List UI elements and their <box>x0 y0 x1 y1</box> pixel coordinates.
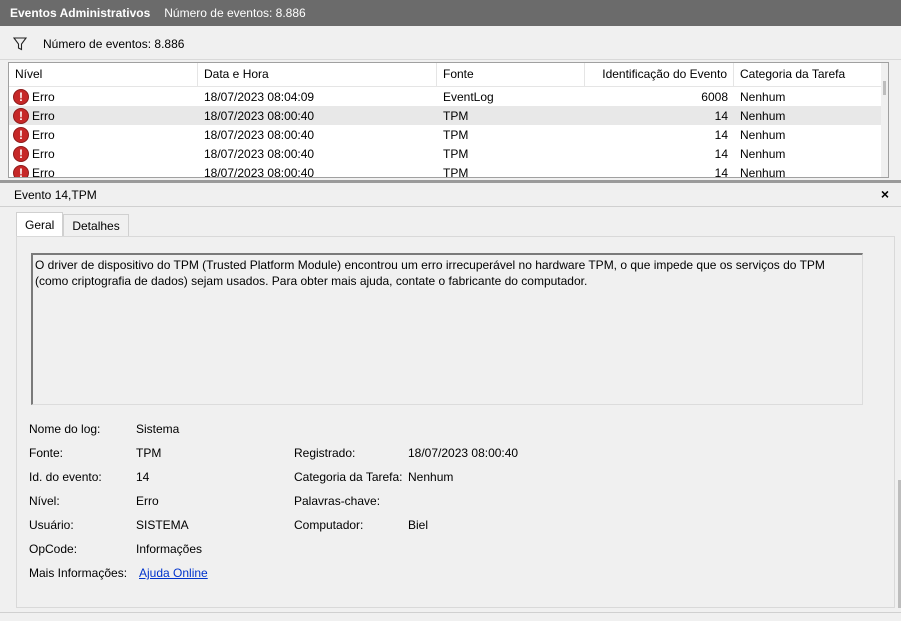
row-level: Erro <box>32 146 55 161</box>
keywords-label: Palavras-chave: <box>294 494 381 508</box>
view-title: Eventos Administrativos <box>10 6 151 20</box>
source-label: Fonte: <box>29 446 64 460</box>
user-value: SISTEMA <box>136 518 189 532</box>
row-source: EventLog <box>443 89 494 104</box>
grid-header: Nível Data e Hora Fonte Identificação do… <box>9 63 888 87</box>
table-row[interactable]: ! Erro 18/07/2023 08:00:40 TPM 14 Nenhum <box>9 144 888 163</box>
row-level: Erro <box>32 165 55 178</box>
row-level: Erro <box>32 89 55 104</box>
detail-title: Evento 14,TPM <box>14 187 97 202</box>
tab-geral[interactable]: Geral <box>16 212 64 237</box>
event-id-label: Id. do evento: <box>29 470 102 484</box>
column-header-level[interactable]: Nível <box>9 63 198 86</box>
row-event-id: 6008 <box>701 89 728 104</box>
column-header-event-id[interactable]: Identificação do Evento <box>585 63 734 86</box>
opcode-label: OpCode: <box>29 542 78 556</box>
row-source: TPM <box>443 127 469 142</box>
error-icon: ! <box>13 107 29 124</box>
close-icon[interactable]: × <box>877 186 893 202</box>
row-source: TPM <box>443 165 469 178</box>
title-event-count: Número de eventos: 8.886 <box>164 6 306 20</box>
row-event-id: 14 <box>714 165 728 178</box>
grid-scrollbar-thumb[interactable] <box>883 81 886 95</box>
task-category-value: Nenhum <box>408 470 454 484</box>
user-label: Usuário: <box>29 518 74 532</box>
events-grid[interactable]: Nível Data e Hora Fonte Identificação do… <box>8 62 889 178</box>
more-info-label: Mais Informações: <box>29 566 128 580</box>
grid-scrollbar[interactable] <box>881 63 888 177</box>
filter-bar: Número de eventos: 8.886 <box>0 28 901 60</box>
event-description[interactable]: O driver de dispositivo do TPM (Trusted … <box>31 253 863 405</box>
row-source: TPM <box>443 108 469 123</box>
table-row[interactable]: ! Erro 18/07/2023 08:00:40 TPM 14 Nenhum <box>9 125 888 144</box>
filter-event-count: Número de eventos: 8.886 <box>43 36 185 51</box>
column-header-date[interactable]: Data e Hora <box>198 63 437 86</box>
online-help-link[interactable]: Ajuda Online <box>139 566 208 580</box>
column-header-source[interactable]: Fonte <box>437 63 585 86</box>
level-value: Erro <box>136 494 159 508</box>
log-name-label: Nome do log: <box>29 422 101 436</box>
task-category-label: Categoria da Tarefa: <box>294 470 403 484</box>
row-category: Nenhum <box>740 165 786 178</box>
row-source: TPM <box>443 146 469 161</box>
registered-value: 18/07/2023 08:00:40 <box>408 446 519 460</box>
row-category: Nenhum <box>740 146 786 161</box>
row-category: Nenhum <box>740 108 786 123</box>
error-icon: ! <box>13 145 29 162</box>
detail-tabs: Geral Detalhes <box>16 212 129 237</box>
registered-label: Registrado: <box>294 446 356 460</box>
row-level: Erro <box>32 127 55 142</box>
row-date: 18/07/2023 08:00:40 <box>204 108 315 123</box>
row-level: Erro <box>32 108 55 123</box>
table-row[interactable]: ! Erro 18/07/2023 08:00:40 TPM 14 Nenhum <box>9 163 888 178</box>
computer-label: Computador: <box>294 518 364 532</box>
row-category: Nenhum <box>740 127 786 142</box>
column-header-task-category[interactable]: Categoria da Tarefa <box>734 63 884 86</box>
row-date: 18/07/2023 08:04:09 <box>204 89 315 104</box>
source-value: TPM <box>136 446 162 460</box>
error-icon: ! <box>13 88 29 105</box>
table-row-selected[interactable]: ! Erro 18/07/2023 08:00:40 TPM 14 Nenhum <box>9 106 888 125</box>
detail-header: Evento 14,TPM × <box>0 183 901 207</box>
event-id-value: 14 <box>136 470 150 484</box>
row-date: 18/07/2023 08:00:40 <box>204 165 315 178</box>
table-row[interactable]: ! Erro 18/07/2023 08:04:09 EventLog 6008 … <box>9 87 888 106</box>
log-name-value: Sistema <box>136 422 180 436</box>
error-icon: ! <box>13 126 29 143</box>
filter-icon[interactable] <box>11 35 29 53</box>
computer-value: Biel <box>408 518 429 532</box>
title-bar: Eventos Administrativos Número de evento… <box>0 0 901 26</box>
row-event-id: 14 <box>714 127 728 142</box>
error-icon: ! <box>13 164 29 177</box>
level-label: Nível: <box>29 494 60 508</box>
opcode-value: Informações <box>136 542 203 556</box>
row-event-id: 14 <box>714 108 728 123</box>
row-date: 18/07/2023 08:00:40 <box>204 127 315 142</box>
row-category: Nenhum <box>740 89 786 104</box>
row-event-id: 14 <box>714 146 728 161</box>
bottom-edge <box>0 612 901 621</box>
tab-detalhes[interactable]: Detalhes <box>63 214 129 237</box>
row-date: 18/07/2023 08:00:40 <box>204 146 315 161</box>
